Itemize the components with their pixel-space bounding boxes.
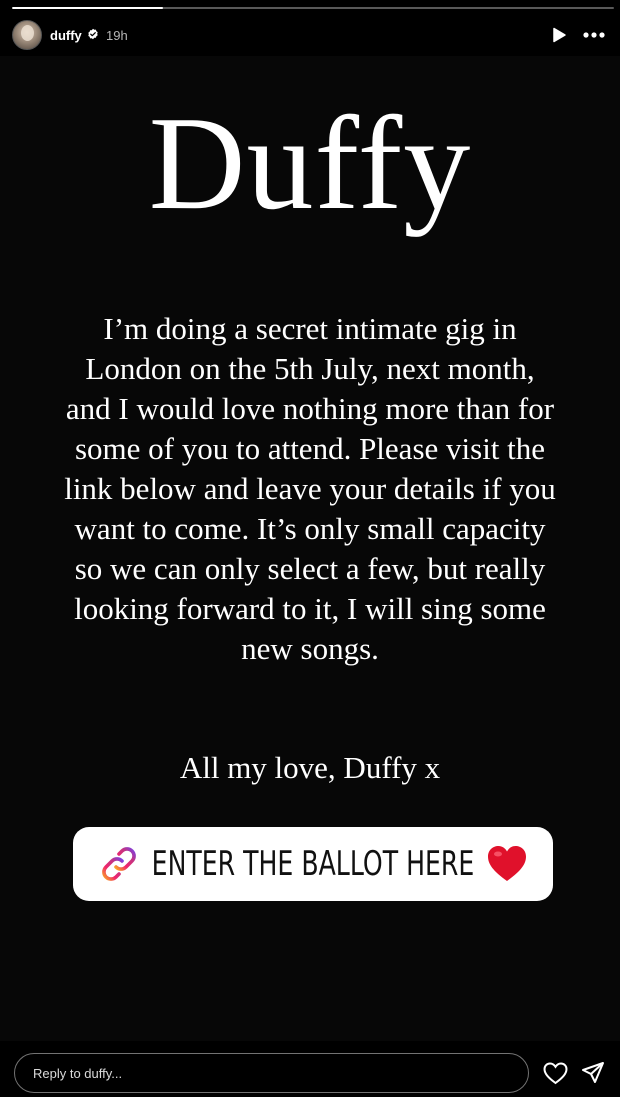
story-viewer: duffy 19h Duffy I’m doing a secret intim… bbox=[0, 0, 620, 1097]
ballot-link-label: ENTER THE BALLOT HERE bbox=[151, 844, 475, 884]
send-icon[interactable] bbox=[581, 1061, 605, 1085]
story-signoff: All my love, Duffy x bbox=[179, 750, 441, 785]
story-title: Duffy bbox=[148, 89, 472, 237]
story-progress-bar bbox=[12, 7, 614, 9]
more-horizontal-icon[interactable] bbox=[583, 28, 605, 42]
ballot-link-sticker[interactable]: ENTER THE BALLOT HERE bbox=[73, 827, 553, 901]
red-heart-icon bbox=[487, 846, 526, 881]
play-icon[interactable] bbox=[551, 27, 567, 43]
username[interactable]: duffy bbox=[50, 28, 82, 43]
story-header: duffy 19h bbox=[0, 18, 620, 54]
link-icon bbox=[102, 847, 136, 881]
story-timestamp: 19h bbox=[106, 28, 128, 43]
story-progress-fill bbox=[12, 7, 163, 9]
verified-badge-icon bbox=[88, 28, 98, 40]
avatar[interactable] bbox=[12, 20, 42, 50]
reply-input[interactable] bbox=[14, 1053, 529, 1093]
heart-outline-icon[interactable] bbox=[543, 1062, 568, 1085]
story-body-text: I’m doing a secret intimate gig in Londo… bbox=[64, 311, 556, 666]
